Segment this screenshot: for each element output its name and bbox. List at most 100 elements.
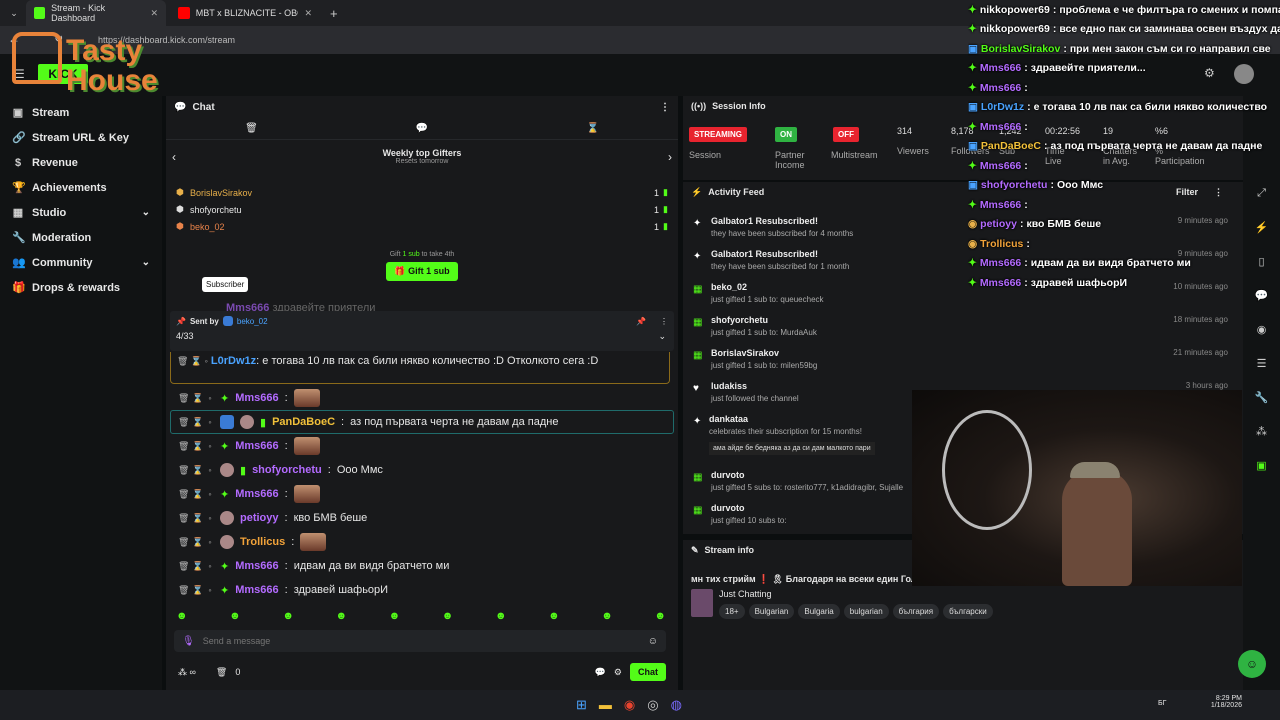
clock[interactable]: 8:29 PM 1/18/2026: [1200, 695, 1242, 709]
emote-icon[interactable]: ☻: [601, 610, 613, 622]
emote-icon[interactable]: ☻: [654, 610, 666, 622]
shield-icon[interactable]: ◦: [206, 585, 214, 595]
category-thumbnail[interactable]: [691, 589, 713, 617]
emote-icon[interactable]: ☻: [389, 610, 401, 622]
shield-icon[interactable]: ◦: [206, 513, 214, 523]
trash-icon[interactable]: 🗑: [178, 393, 189, 404]
pencil-icon[interactable]: ✎: [691, 545, 699, 556]
sidebar-item-moderation[interactable]: 🔧 Moderation: [0, 225, 162, 250]
hourglass-icon[interactable]: ⌛: [192, 465, 203, 476]
trash-icon[interactable]: 🗑: [178, 489, 189, 500]
send-chat-button[interactable]: Chat: [630, 663, 666, 681]
new-tab-button[interactable]: +: [324, 6, 344, 21]
shield-icon[interactable]: ◦: [206, 489, 214, 499]
windows-start-icon[interactable]: ⊞: [576, 697, 587, 713]
gifter-name[interactable]: shofyorchetu: [190, 205, 242, 215]
chevron-down-icon[interactable]: ⌄: [658, 331, 666, 342]
gifter-name[interactable]: beko_02: [190, 222, 225, 232]
hourglass-icon[interactable]: ⌛: [192, 441, 203, 452]
sidebar-item-stream-url[interactable]: 🔗 Stream URL & Key: [0, 125, 162, 150]
file-explorer-icon[interactable]: ▬: [599, 697, 612, 713]
infinity-icon[interactable]: ⁂ ∞: [178, 667, 196, 678]
hourglass-icon[interactable]: ⌛: [192, 417, 203, 428]
green-action-icon[interactable]: ▣: [1243, 448, 1280, 482]
username[interactable]: Mms666: [235, 440, 278, 452]
username[interactable]: shofyorchetu: [252, 464, 322, 476]
chat-settings-icon[interactable]: 💬: [595, 667, 606, 678]
hourglass-icon[interactable]: ⌛: [586, 123, 598, 134]
username[interactable]: petioyy: [240, 512, 279, 524]
trash-icon[interactable]: 🗑: [178, 465, 189, 476]
emote-icon[interactable]: ☻: [495, 610, 507, 622]
shield-icon[interactable]: ◦: [206, 537, 214, 547]
tag[interactable]: Bulgaria: [798, 604, 840, 619]
sidebar-item-stream[interactable]: ▣ Stream: [0, 100, 162, 125]
category-name[interactable]: Just Chatting: [719, 589, 997, 599]
trash-icon[interactable]: 🗑: [178, 585, 189, 596]
sidebar-item-achievements[interactable]: 🏆 Achievements: [0, 175, 162, 200]
gift-sub-button[interactable]: 🎁 Gift 1 sub: [386, 262, 458, 281]
hourglass-icon[interactable]: ⌛: [192, 585, 203, 596]
emote-icon[interactable]: ☻: [176, 610, 188, 622]
tab-youtube[interactable]: MBT x BLIZNACITE - OBOROTI ✕: [170, 0, 320, 26]
close-tab-icon[interactable]: ✕: [304, 8, 312, 19]
more-options-icon[interactable]: ⋮: [660, 317, 668, 326]
trash-icon[interactable]: 🗑: [178, 513, 189, 524]
emote-icon[interactable]: ☻: [335, 610, 347, 622]
sidebar-item-drops[interactable]: 🎁 Drops & rewards: [0, 275, 162, 300]
shield-icon[interactable]: ◦: [206, 417, 214, 427]
gear-icon[interactable]: ⚙: [614, 667, 622, 678]
tag[interactable]: български: [943, 604, 993, 619]
trash-icon[interactable]: 🗑: [178, 537, 189, 548]
username[interactable]: PanDaBoeC: [272, 416, 335, 428]
wrench-icon[interactable]: 🔧: [1243, 380, 1280, 414]
sidebar-item-revenue[interactable]: $ Revenue: [0, 150, 162, 175]
pinned-sender[interactable]: beko_02: [237, 317, 268, 326]
discord-icon[interactable]: ◍: [671, 697, 682, 713]
emote-icon[interactable]: ☻: [229, 610, 241, 622]
gifter-name[interactable]: BorislavSirakov: [190, 188, 252, 198]
shield-icon[interactable]: ◦: [206, 441, 214, 451]
message-input[interactable]: [202, 636, 640, 646]
username[interactable]: L0rDw1z: [211, 355, 256, 367]
chat-bubble-icon[interactable]: 💬: [416, 123, 428, 134]
username[interactable]: Trollicus: [240, 536, 285, 548]
list-icon[interactable]: ☰: [1243, 346, 1280, 380]
language-indicator[interactable]: БГ: [1158, 700, 1166, 707]
username[interactable]: Mms666: [235, 584, 278, 596]
people-icon[interactable]: ⁂: [1243, 414, 1280, 448]
hourglass-icon[interactable]: ⌛: [192, 393, 203, 404]
sidebar-item-studio[interactable]: ▦ Studio ⌄: [0, 200, 162, 225]
username[interactable]: Mms666: [235, 560, 278, 572]
shield-icon[interactable]: ◦: [206, 561, 214, 571]
tag[interactable]: българия: [892, 604, 940, 619]
username[interactable]: Mms666: [235, 488, 278, 500]
hourglass-icon[interactable]: ⌛: [192, 561, 203, 572]
chrome-icon[interactable]: ◉: [624, 697, 635, 713]
hourglass-icon[interactable]: ⌛: [192, 489, 203, 500]
emote-icon[interactable]: ☻: [442, 610, 454, 622]
obs-icon[interactable]: ◎: [647, 697, 658, 713]
microphone-icon[interactable]: 🎙: [182, 636, 195, 647]
username[interactable]: Mms666: [235, 392, 278, 404]
emote-icon[interactable]: ☻: [548, 610, 560, 622]
unpin-icon[interactable]: 📌: [636, 317, 646, 326]
shield-icon[interactable]: ◦: [206, 465, 214, 475]
tab-list-icon[interactable]: ⌄: [6, 8, 22, 19]
trash-icon[interactable]: 🗑: [178, 561, 189, 572]
chevron-right-icon[interactable]: ›: [668, 150, 672, 164]
hourglass-icon[interactable]: ⌛: [192, 513, 203, 524]
broadcast-icon[interactable]: ◉: [1243, 312, 1280, 346]
emote-icon[interactable]: ☻: [282, 610, 294, 622]
close-tab-icon[interactable]: ✕: [150, 8, 158, 19]
trash-icon[interactable]: 🗑: [178, 441, 189, 452]
sidebar-item-community[interactable]: 👥 Community ⌄: [0, 250, 162, 275]
tag[interactable]: 18+: [719, 604, 745, 619]
trash-icon[interactable]: 🗑: [245, 123, 258, 134]
tag[interactable]: bulgarian: [843, 604, 889, 619]
chevron-left-icon[interactable]: ‹: [172, 150, 176, 164]
support-button[interactable]: ☺: [1238, 650, 1266, 678]
emoji-icon[interactable]: ☺: [648, 636, 658, 647]
tag[interactable]: Bulgarian: [748, 604, 795, 619]
mod-icons[interactable]: 🗑 ⌛ ◦: [177, 356, 208, 366]
